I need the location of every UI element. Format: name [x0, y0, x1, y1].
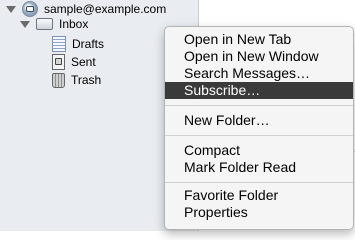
drafts-icon [52, 36, 66, 52]
menu-item-open-new-window[interactable]: Open in New Window [165, 48, 353, 65]
menu-separator [165, 105, 353, 106]
menu-separator [165, 182, 353, 183]
menu-separator [165, 135, 353, 136]
menu-item-open-new-tab[interactable]: Open in New Tab [165, 31, 353, 48]
folder-inbox[interactable]: Inbox [20, 15, 88, 33]
folder-label: Inbox [59, 17, 89, 31]
disclosure-triangle-icon[interactable] [6, 5, 16, 13]
sent-icon [52, 54, 65, 70]
account-label: sample@example.com [44, 2, 167, 16]
menu-item-properties[interactable]: Properties [165, 204, 353, 221]
inbox-icon [36, 18, 53, 30]
menu-item-search-messages[interactable]: Search Messages… [165, 65, 353, 82]
folder-label: Trash [71, 73, 102, 87]
menu-item-new-folder[interactable]: New Folder… [165, 112, 353, 129]
folder-sent[interactable]: Sent [52, 53, 96, 71]
menu-item-subscribe[interactable]: Subscribe… [165, 82, 353, 99]
folder-label: Sent [71, 55, 96, 69]
trash-icon [52, 72, 65, 88]
folder-context-menu: Open in New Tab Open in New Window Searc… [164, 26, 354, 230]
menu-item-favorite-folder[interactable]: Favorite Folder [165, 187, 353, 204]
folder-trash[interactable]: Trash [52, 71, 101, 89]
disclosure-triangle-icon[interactable] [20, 20, 30, 28]
menu-item-compact[interactable]: Compact [165, 142, 353, 159]
menu-item-mark-folder-read[interactable]: Mark Folder Read [165, 159, 353, 176]
folder-drafts[interactable]: Drafts [52, 35, 104, 53]
folder-label: Drafts [72, 37, 105, 51]
